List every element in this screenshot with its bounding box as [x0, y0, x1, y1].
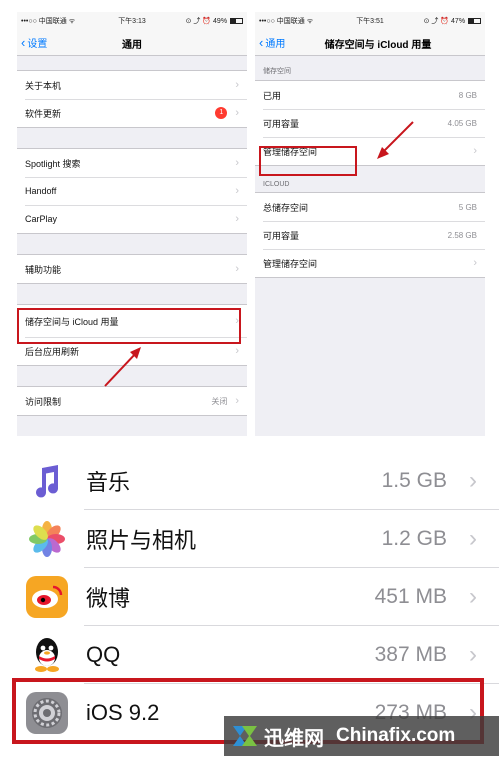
- settings-group: 辅助功能 ›: [17, 254, 247, 284]
- photos-icon: [26, 518, 68, 560]
- nav-bar: ‹ 设置 通用: [17, 28, 247, 56]
- settings-row-about[interactable]: 关于本机 ›: [17, 71, 247, 99]
- divider: [0, 440, 499, 452]
- chevron-right-icon: ›: [235, 213, 239, 225]
- battery-percent: 47%: [451, 18, 466, 25]
- app-size: 387 MB: [374, 643, 447, 666]
- row-label: Handoff: [25, 186, 57, 196]
- watermark-site: Chinafix.com: [336, 725, 456, 746]
- settings-row-spotlight[interactable]: Spotlight 搜索 ›: [17, 149, 247, 177]
- app-name: 微博: [86, 586, 131, 611]
- app-size: 1.2 GB: [381, 527, 447, 550]
- chevron-right-icon: ›: [235, 185, 239, 197]
- storage-row-available: 可用容量 4.05 GB: [255, 109, 485, 137]
- status-right: ⊙ ⤴ ⏰ 47%: [424, 16, 481, 26]
- list-item-photos[interactable]: 照片与相机 1.2 GB ›: [0, 510, 499, 568]
- list-item-qq[interactable]: QQ 387 MB ›: [0, 626, 499, 684]
- battery-percent: 49%: [213, 18, 228, 25]
- settings-row-software-update[interactable]: 软件更新 1 ›: [17, 99, 247, 127]
- watermark-brand: 迅维网: [264, 727, 324, 750]
- settings-row-handoff[interactable]: Handoff ›: [17, 177, 247, 205]
- chevron-right-icon: ›: [469, 467, 477, 494]
- row-label: CarPlay: [25, 214, 58, 224]
- icloud-row-total: 总储存空间 5 GB: [255, 193, 485, 221]
- icloud-manage-storage-button[interactable]: 管理储存空间 ›: [255, 249, 485, 277]
- arrow-annotation-icon: [377, 121, 414, 159]
- update-badge: 1: [215, 107, 228, 119]
- general-settings-screen: •••○○ 中国联通 ᯤ 下午3:13 ⊙ ⤴ ⏰ 49% ‹ 设置 通用 关于本…: [17, 12, 247, 436]
- manage-storage-highlight-box: [259, 146, 357, 176]
- row-value: 4.05 GB: [447, 118, 477, 128]
- row-value: 2.58 GB: [447, 230, 477, 240]
- nav-bar: ‹ 通用 储存空间与 iCloud 用量: [255, 28, 485, 56]
- row-value: 关闭: [211, 396, 228, 406]
- chevron-right-icon: ›: [235, 263, 239, 275]
- list-item-weibo[interactable]: 微博 451 MB ›: [0, 568, 499, 626]
- status-bar: •••○○ 中国联通 ᯤ 下午3:13 ⊙ ⤴ ⏰ 49%: [17, 12, 247, 28]
- status-icons: ⊙ ⤴ ⏰: [185, 18, 212, 25]
- battery-icon: [468, 18, 481, 24]
- row-value: 5 GB: [458, 202, 477, 212]
- status-bar: •••○○ 中国联通 ᯤ 下午3:51 ⊙ ⤴ ⏰ 47%: [255, 12, 485, 28]
- arrow-annotation-icon: [104, 347, 141, 387]
- app-name: 照片与相机: [86, 528, 197, 553]
- row-value: 8 GB: [458, 90, 477, 100]
- app-name: 音乐: [86, 470, 131, 495]
- row-label: 访问限制: [25, 396, 62, 407]
- section-header-storage: 储存空间: [263, 68, 291, 75]
- row-label: 可用容量: [263, 230, 300, 241]
- row-label: Spotlight 搜索: [25, 158, 81, 169]
- icloud-group: 总储存空间 5 GB 可用容量 2.58 GB 管理储存空间 ›: [255, 192, 485, 278]
- chinafix-logo-icon: [233, 726, 257, 746]
- chevron-right-icon: ›: [473, 145, 477, 157]
- storage-highlight-box: [17, 308, 241, 344]
- app-size: 451 MB: [374, 585, 447, 608]
- watermark: 迅维网 Chinafix.com: [224, 716, 499, 756]
- row-label: 总储存空间: [263, 202, 309, 213]
- music-icon: [26, 460, 68, 502]
- chevron-right-icon: ›: [235, 157, 239, 169]
- chevron-right-icon: ›: [235, 345, 239, 357]
- storage-row-used: 已用 8 GB: [255, 81, 485, 109]
- row-label: 管理储存空间: [263, 258, 318, 269]
- chevron-right-icon: ›: [235, 79, 239, 91]
- weibo-icon: [26, 576, 68, 618]
- section-header-icloud: ICLOUD: [263, 181, 290, 188]
- row-label: 辅助功能: [25, 264, 62, 275]
- settings-group: 关于本机 › 软件更新 1 ›: [17, 70, 247, 128]
- chevron-right-icon: ›: [473, 257, 477, 269]
- row-label: 关于本机: [25, 80, 62, 91]
- status-icons: ⊙ ⤴ ⏰: [423, 18, 450, 25]
- icloud-row-available: 可用容量 2.58 GB: [255, 221, 485, 249]
- chevron-right-icon: ›: [235, 395, 239, 407]
- chevron-right-icon: ›: [469, 641, 477, 668]
- settings-group: Spotlight 搜索 › Handoff › CarPlay ›: [17, 148, 247, 234]
- page-title: 储存空间与 iCloud 用量: [324, 40, 432, 51]
- chevron-right-icon: ›: [469, 583, 477, 610]
- status-right: ⊙ ⤴ ⏰ 49%: [186, 16, 243, 26]
- settings-row-carplay[interactable]: CarPlay ›: [17, 205, 247, 233]
- settings-row-accessibility[interactable]: 辅助功能 ›: [17, 255, 247, 283]
- qq-icon: [26, 634, 68, 676]
- chevron-right-icon: ›: [469, 525, 477, 552]
- page-title: 通用: [122, 40, 142, 51]
- chevron-right-icon: ›: [235, 107, 239, 119]
- row-label: 软件更新: [25, 108, 62, 119]
- row-label: 已用: [263, 90, 282, 101]
- storage-icloud-screen: •••○○ 中国联通 ᯤ 下午3:51 ⊙ ⤴ ⏰ 47% ‹ 通用 储存空间与 …: [255, 12, 485, 436]
- app-size: 1.5 GB: [381, 469, 447, 492]
- app-name: QQ: [86, 642, 121, 667]
- battery-icon: [230, 18, 243, 24]
- list-item-music[interactable]: 音乐 1.5 GB ›: [0, 452, 499, 510]
